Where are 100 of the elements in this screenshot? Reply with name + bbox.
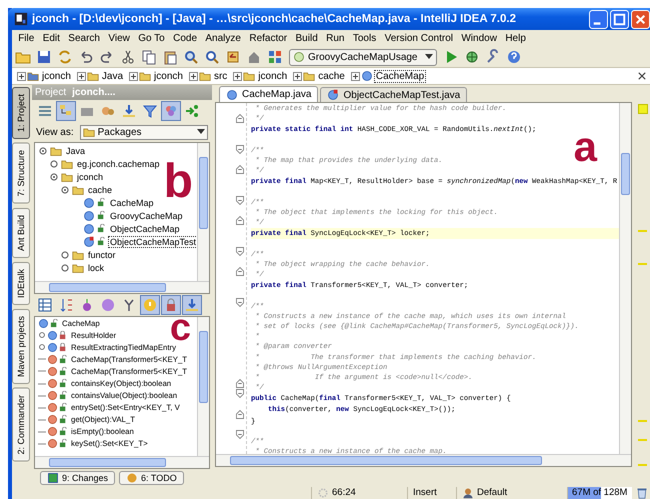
breadcrumb-item[interactable]: cache — [316, 70, 347, 82]
fold-icon[interactable] — [236, 389, 244, 398]
folder-icon — [72, 262, 84, 274]
grid-icon[interactable] — [266, 48, 284, 66]
memory-indicator[interactable]: 67M of 128M — [567, 486, 632, 498]
fold-icon[interactable] — [236, 246, 244, 256]
side-tab[interactable]: Ant Build — [12, 208, 30, 258]
callout-label: c — [170, 317, 191, 342]
tree-item[interactable]: cache — [86, 184, 114, 196]
tree-item[interactable]: ObjectCacheMap — [108, 222, 182, 234]
scrollbar[interactable] — [197, 143, 209, 281]
expand-toggle-icon[interactable] — [49, 158, 59, 168]
side-tab[interactable]: Maven projects — [12, 308, 30, 384]
tree-item[interactable]: Java — [64, 144, 88, 156]
close-button[interactable] — [631, 10, 650, 28]
folder-icon — [72, 184, 84, 196]
expand-toggle-icon[interactable] — [38, 330, 46, 340]
tool-window-tab[interactable]: 9: Changes — [40, 470, 116, 484]
download-icon[interactable] — [120, 102, 138, 120]
method-icon — [47, 438, 58, 450]
menu-item[interactable]: Version Control — [380, 32, 458, 45]
folder-icon — [72, 248, 84, 260]
menu-item[interactable]: Run — [322, 32, 349, 45]
breadcrumb-item[interactable]: jconch — [40, 70, 73, 82]
expand-icon[interactable] — [17, 72, 26, 80]
person-icon — [462, 486, 474, 498]
code-editor[interactable] — [215, 102, 632, 467]
folder-icon — [61, 158, 73, 170]
side-tab[interactable]: 2: Commander — [12, 388, 30, 462]
expand-icon[interactable] — [350, 72, 360, 80]
fold-icon[interactable] — [236, 196, 244, 205]
expand-icon[interactable] — [293, 72, 302, 80]
expand-toggle-icon[interactable] — [60, 262, 70, 272]
menu-item[interactable]: Edit — [38, 32, 64, 45]
scrollbar[interactable] — [35, 456, 209, 468]
menu-item[interactable]: Analyze — [201, 32, 246, 45]
side-tab[interactable]: 7: Structure — [12, 143, 30, 204]
side-tab[interactable]: 1: Project — [12, 87, 30, 140]
save-icon[interactable] — [35, 48, 53, 66]
menu-item[interactable]: Tools — [348, 32, 380, 45]
close-icon[interactable] — [638, 72, 646, 80]
unfold-icon[interactable] — [236, 410, 244, 419]
menu-item[interactable]: Search — [64, 32, 104, 45]
fold-icon[interactable] — [236, 144, 244, 154]
tree-item[interactable]: CacheMap — [108, 196, 156, 208]
expand-icon[interactable] — [76, 72, 86, 80]
tool-window-tab[interactable]: 6: TODO — [119, 470, 184, 484]
lock-icon[interactable] — [162, 296, 180, 314]
unfold-icon[interactable] — [236, 216, 244, 226]
unfold-icon[interactable] — [236, 267, 244, 276]
breadcrumb-item[interactable]: jconch — [256, 70, 290, 82]
tree-item[interactable]: functor — [86, 248, 118, 260]
fold-icon[interactable] — [236, 298, 244, 307]
expand-icon[interactable] — [129, 72, 138, 80]
expand-toggle-icon[interactable] — [38, 146, 48, 156]
table-icon[interactable] — [36, 296, 54, 314]
unfold-icon[interactable] — [236, 114, 244, 124]
tree-icon[interactable] — [57, 102, 75, 120]
scrollbar[interactable] — [216, 454, 631, 466]
expand-icon[interactable] — [188, 72, 198, 80]
menu-item[interactable]: Go To — [134, 32, 169, 45]
menu-item[interactable]: View — [104, 32, 134, 45]
expand-toggle-icon[interactable] — [60, 250, 70, 260]
fold-icon[interactable] — [236, 430, 244, 439]
menu-item[interactable]: Build — [291, 32, 322, 45]
tree-item[interactable]: GroovyCacheMap — [108, 210, 185, 222]
side-tab[interactable]: IDEtalk — [12, 262, 30, 305]
expand-toggle-icon[interactable] — [38, 342, 46, 352]
breadcrumb-item[interactable]: jconch — [152, 70, 185, 82]
expand-toggle-icon[interactable] — [49, 172, 59, 182]
scrollbar[interactable] — [197, 317, 209, 456]
breadcrumb-item[interactable]: src — [212, 70, 230, 82]
run-config-dropdown[interactable]: GroovyCacheMapUsage — [289, 48, 436, 66]
editor-tab[interactable]: ObjectCacheMapTest.java — [320, 87, 468, 102]
view-as-dropdown[interactable]: Packages — [80, 124, 208, 140]
maximize-button[interactable] — [610, 10, 629, 28]
tree-item[interactable]: lock — [86, 262, 106, 274]
unfold-icon[interactable] — [236, 165, 244, 174]
tree-item[interactable]: eg.jconch.cachemap — [75, 158, 162, 170]
minimize-button[interactable] — [589, 10, 608, 28]
breadcrumb-item[interactable]: Java — [100, 70, 126, 82]
menu-item[interactable]: Window — [457, 32, 502, 45]
scrollbar[interactable] — [619, 103, 631, 454]
unfold-icon[interactable] — [236, 379, 244, 388]
breadcrumb-item[interactable]: CacheMap — [374, 70, 426, 82]
editor-tab[interactable]: CacheMap.java — [219, 86, 318, 102]
scrollbar[interactable] — [35, 281, 209, 293]
menu-item[interactable]: File — [14, 32, 38, 45]
expand-icon[interactable] — [233, 72, 242, 80]
trash-icon[interactable] — [636, 486, 648, 498]
search-icon[interactable] — [182, 48, 200, 66]
expand-toggle-icon[interactable] — [60, 184, 70, 194]
menu-item[interactable]: Code — [168, 32, 202, 45]
menu-item[interactable]: Refactor — [245, 32, 292, 45]
menu-item[interactable]: Help — [501, 32, 530, 45]
copy-icon[interactable] — [140, 48, 158, 66]
arrows-icon[interactable] — [183, 102, 201, 120]
tree-item[interactable]: jconch — [75, 170, 106, 182]
search-icon[interactable] — [203, 48, 221, 66]
download-icon[interactable] — [183, 296, 201, 314]
